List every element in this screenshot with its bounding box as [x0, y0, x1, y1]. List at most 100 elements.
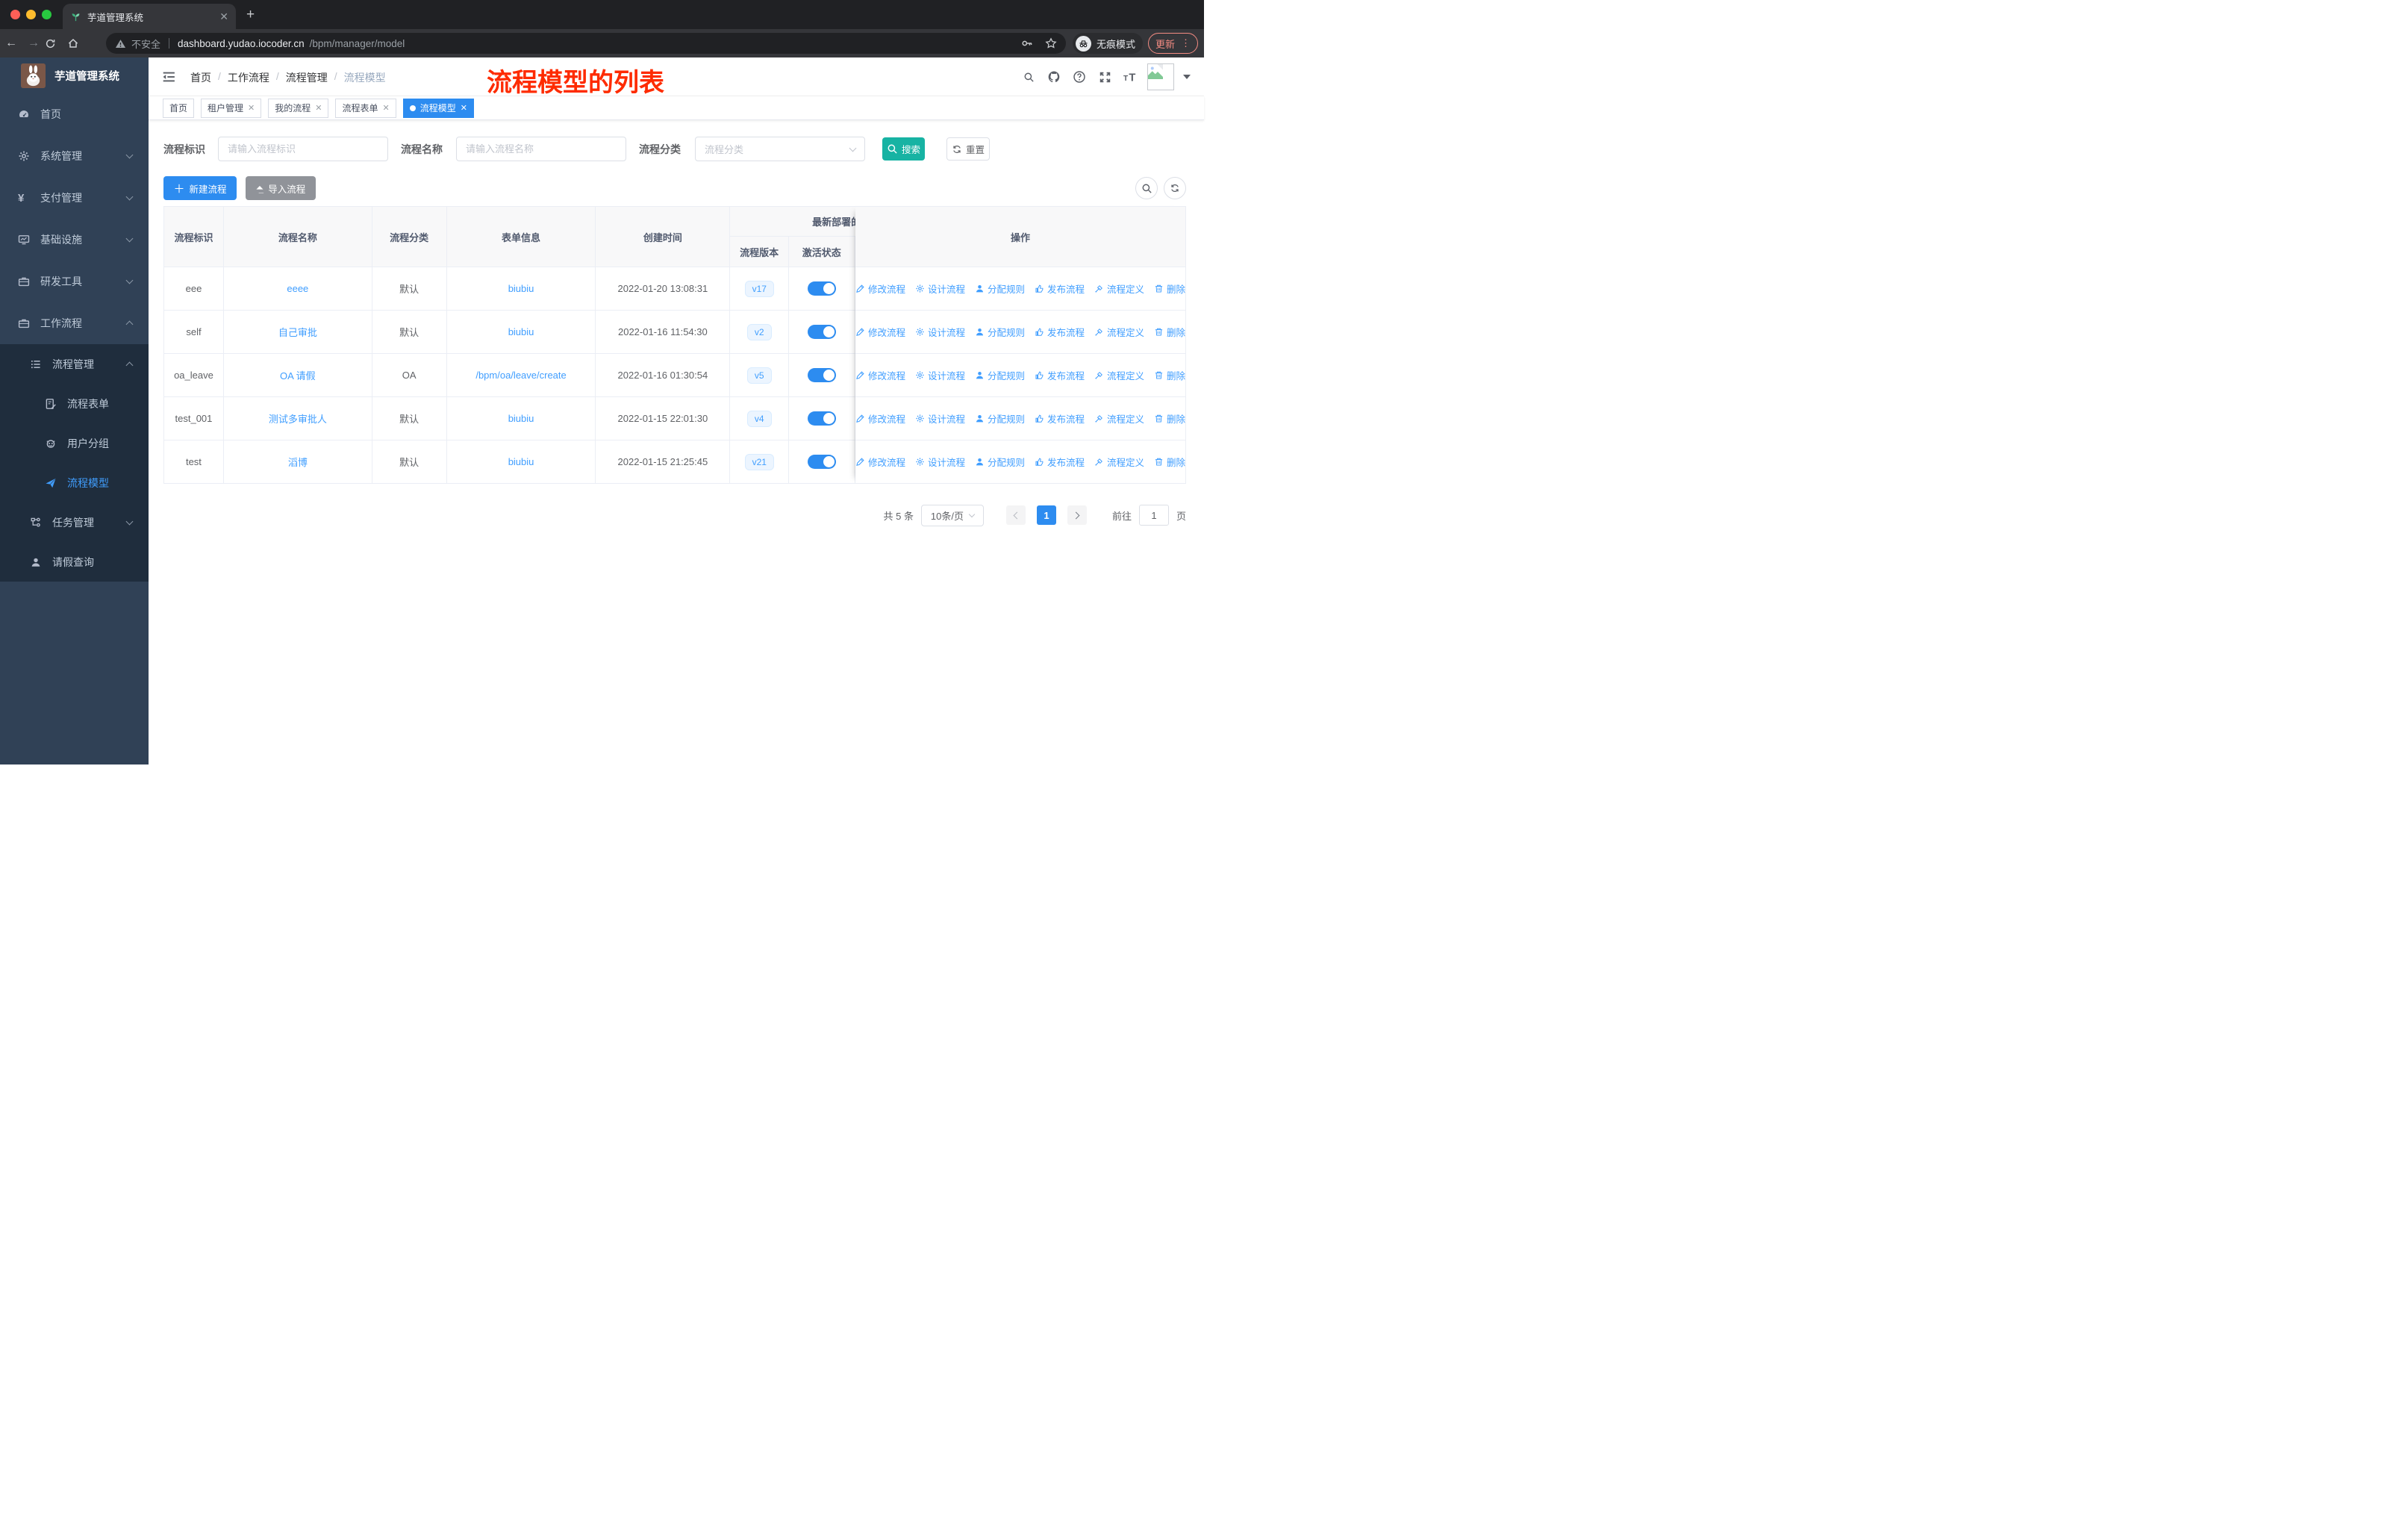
form-link[interactable]: biubiu [446, 397, 596, 440]
forward-button[interactable]: → [22, 37, 45, 50]
action-发布流程[interactable]: 发布流程 [1035, 325, 1085, 339]
browser-tab[interactable]: 芋道管理系统 ✕ [63, 4, 236, 29]
action-分配规则[interactable]: 分配规则 [975, 325, 1025, 339]
create-process-button[interactable]: ＋ 新建流程 [163, 176, 237, 200]
action-设计流程[interactable]: 设计流程 [915, 411, 965, 426]
address-bar[interactable]: 不安全 dashboard.yudao.iocoder.cn/bpm/manag… [106, 33, 1066, 54]
fullscreen-icon[interactable] [1092, 71, 1117, 84]
breadcrumb-item[interactable]: 首页 [190, 70, 211, 85]
sidebar-item-1[interactable]: 系统管理 [0, 135, 149, 177]
sidebar-item-0[interactable]: 首页 [0, 93, 149, 135]
action-流程定义[interactable]: 流程定义 [1094, 281, 1144, 296]
action-流程定义[interactable]: 流程定义 [1094, 325, 1144, 339]
sidebar-item-11[interactable]: 请假查询 [0, 542, 149, 582]
next-page-button[interactable] [1067, 505, 1087, 525]
sidebar-item-7[interactable]: 流程表单 [0, 384, 149, 423]
refresh-table-button[interactable] [1164, 177, 1186, 199]
form-link[interactable]: biubiu [446, 311, 596, 354]
form-link[interactable]: biubiu [446, 267, 596, 311]
toggle-search-button[interactable] [1135, 177, 1158, 199]
goto-page-input[interactable] [1138, 505, 1169, 526]
github-icon[interactable] [1041, 70, 1067, 84]
action-设计流程[interactable]: 设计流程 [915, 281, 965, 296]
action-分配规则[interactable]: 分配规则 [975, 455, 1025, 469]
active-toggle[interactable] [808, 411, 837, 426]
action-设计流程[interactable]: 设计流程 [915, 455, 965, 469]
tag-租户管理[interactable]: 租户管理 ✕ [201, 98, 262, 118]
sidebar-item-10[interactable]: 任务管理 [0, 502, 149, 542]
process-name-link[interactable]: 滔博 [223, 440, 372, 484]
chrome-update-button[interactable]: 更新 ⋮ [1148, 33, 1199, 54]
browser-menu-icon[interactable]: ⋮ [1181, 37, 1191, 49]
sidebar-item-4[interactable]: 研发工具 [0, 261, 149, 302]
action-修改流程[interactable]: 修改流程 [855, 411, 905, 426]
sidebar-item-3[interactable]: 基础设施 [0, 219, 149, 261]
action-删除[interactable]: 删除 [1154, 368, 1185, 382]
tag-流程模型[interactable]: 流程模型 ✕ [402, 98, 474, 118]
filter-name-input[interactable] [456, 137, 626, 161]
window-minimize-button[interactable] [26, 10, 36, 19]
import-process-button[interactable]: ⏶̲ 导入流程 [246, 176, 316, 200]
action-修改流程[interactable]: 修改流程 [855, 325, 905, 339]
process-name-link[interactable]: OA 请假 [223, 354, 372, 397]
action-发布流程[interactable]: 发布流程 [1035, 411, 1085, 426]
header-search-icon[interactable] [1016, 72, 1041, 83]
process-name-link[interactable]: 自己审批 [223, 311, 372, 354]
page-size-select[interactable]: 10条/页 [920, 504, 984, 526]
tab-close-icon[interactable]: ✕ [219, 10, 228, 23]
font-size-icon[interactable]: TT [1117, 70, 1143, 84]
action-分配规则[interactable]: 分配规则 [975, 368, 1025, 382]
sidebar-item-9[interactable]: 流程模型 [0, 463, 149, 502]
filter-id-input[interactable] [218, 137, 388, 161]
sidebar-item-6[interactable]: 流程管理 [0, 344, 149, 384]
prev-page-button[interactable] [1005, 505, 1026, 525]
action-修改流程[interactable]: 修改流程 [855, 455, 905, 469]
avatar-caret-icon[interactable] [1183, 75, 1191, 79]
action-设计流程[interactable]: 设计流程 [915, 325, 965, 339]
action-修改流程[interactable]: 修改流程 [855, 281, 905, 296]
action-删除[interactable]: 删除 [1154, 455, 1185, 469]
reset-button[interactable]: 重置 [946, 137, 990, 161]
process-name-link[interactable]: eeee [223, 267, 372, 311]
active-toggle[interactable] [808, 325, 837, 339]
action-流程定义[interactable]: 流程定义 [1094, 368, 1144, 382]
breadcrumb-item[interactable]: 工作流程 [228, 70, 269, 85]
help-icon[interactable] [1067, 70, 1092, 84]
form-link[interactable]: /bpm/oa/leave/create [446, 354, 596, 397]
action-流程定义[interactable]: 流程定义 [1094, 455, 1144, 469]
tag-close-icon[interactable]: ✕ [315, 103, 322, 113]
action-删除[interactable]: 删除 [1154, 325, 1185, 339]
new-tab-button[interactable]: + [246, 7, 255, 23]
action-发布流程[interactable]: 发布流程 [1035, 455, 1085, 469]
process-name-link[interactable]: 测试多审批人 [223, 397, 372, 440]
tag-close-icon[interactable]: ✕ [248, 103, 255, 113]
action-分配规则[interactable]: 分配规则 [975, 281, 1025, 296]
sidebar-item-5[interactable]: 工作流程 [0, 302, 149, 344]
tag-close-icon[interactable]: ✕ [461, 103, 467, 113]
search-button[interactable]: 搜索 [882, 137, 925, 161]
action-修改流程[interactable]: 修改流程 [855, 368, 905, 382]
action-发布流程[interactable]: 发布流程 [1035, 368, 1085, 382]
filter-category-select[interactable]: 流程分类 [695, 137, 865, 161]
sidebar-item-8[interactable]: 用户分组 [0, 423, 149, 463]
back-button[interactable]: ← [0, 37, 22, 50]
tag-close-icon[interactable]: ✕ [383, 103, 390, 113]
action-删除[interactable]: 删除 [1154, 411, 1185, 426]
key-icon[interactable] [1021, 37, 1033, 49]
active-toggle[interactable] [808, 368, 837, 382]
action-发布流程[interactable]: 发布流程 [1035, 281, 1085, 296]
bookmark-star-icon[interactable] [1045, 37, 1057, 49]
active-toggle[interactable] [808, 281, 837, 296]
action-流程定义[interactable]: 流程定义 [1094, 411, 1144, 426]
window-zoom-button[interactable] [42, 10, 52, 19]
sidebar-collapse-icon[interactable] [162, 70, 175, 84]
action-设计流程[interactable]: 设计流程 [915, 368, 965, 382]
tag-首页[interactable]: 首页 [163, 98, 195, 118]
home-button[interactable] [67, 37, 90, 49]
form-link[interactable]: biubiu [446, 440, 596, 484]
tag-流程表单[interactable]: 流程表单 ✕ [335, 98, 396, 118]
reload-button[interactable] [45, 38, 67, 49]
action-删除[interactable]: 删除 [1154, 281, 1185, 296]
tag-我的流程[interactable]: 我的流程 ✕ [268, 98, 329, 118]
user-avatar[interactable] [1147, 63, 1174, 90]
